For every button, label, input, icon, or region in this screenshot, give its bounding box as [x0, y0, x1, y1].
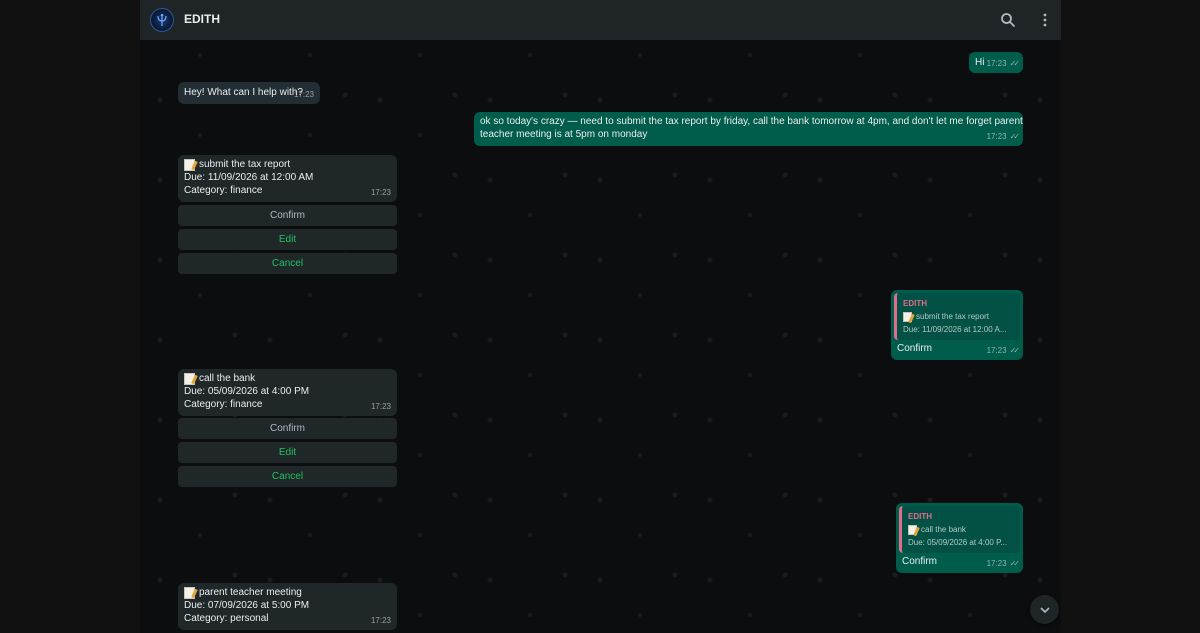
task-due: Due: 07/09/2026 at 5:00 PM	[184, 600, 310, 611]
edit-button[interactable]: Edit	[178, 442, 397, 463]
confirm-button[interactable]: Confirm	[178, 205, 397, 226]
search-button[interactable]	[998, 10, 1018, 30]
quoted-due: Due: 05/09/2026 at 4:00 P...	[908, 538, 1008, 547]
quoted-author: EDITH	[908, 512, 932, 521]
message-time: 17:23	[986, 59, 1007, 68]
task-card: submit the tax report Due: 11/09/2026 at…	[178, 155, 397, 202]
scroll-to-bottom-button[interactable]	[1030, 595, 1059, 624]
memo-icon	[903, 311, 912, 322]
message-time: 17:23	[293, 90, 314, 99]
message-text: Confirm	[897, 343, 933, 354]
task-category: Category: finance	[184, 185, 263, 196]
message-time: 17:23	[370, 188, 391, 197]
double-check-icon: ✓✓	[1009, 559, 1021, 568]
trident-logo-icon	[157, 13, 167, 26]
task-category: Category: personal	[184, 613, 269, 624]
double-check-icon: ✓✓	[1009, 132, 1021, 141]
quoted-author: EDITH	[903, 299, 927, 308]
message-time: 17:23	[370, 616, 391, 625]
message-meta: 17:23 ✓✓	[986, 130, 1021, 143]
message-time: 17:23	[986, 346, 1007, 355]
message-text: Hi	[975, 57, 985, 68]
cancel-button[interactable]: Cancel	[178, 466, 397, 487]
chat-header: EDITH	[140, 0, 1061, 40]
search-icon	[1001, 13, 1016, 28]
task-category: Category: finance	[184, 399, 263, 410]
task-card: parent teacher meeting Due: 07/09/2026 a…	[178, 583, 397, 630]
quoted-title: call the bank	[921, 525, 966, 534]
incoming-message-greeting[interactable]: Hey! What can I help with? 17:23	[178, 82, 320, 104]
message-time: 17:23	[986, 132, 1007, 141]
outgoing-reply-confirm[interactable]: EDITH call the bank Due: 05/09/2026 at 4…	[896, 503, 1023, 573]
message-time: 17:23	[986, 559, 1007, 568]
kebab-menu-icon	[1043, 13, 1047, 27]
outgoing-message-hi[interactable]: Hi 17:23 ✓✓	[969, 52, 1023, 73]
task-due: Due: 11/09/2026 at 12:00 AM	[184, 172, 314, 183]
task-title: call the bank	[199, 373, 256, 384]
double-check-icon: ✓✓	[1009, 346, 1021, 355]
task-title: parent teacher meeting	[199, 587, 302, 598]
quoted-message[interactable]: EDITH submit the tax report Due: 11/09/2…	[894, 293, 1020, 340]
task-title: submit the tax report	[199, 159, 291, 170]
memo-icon	[184, 372, 195, 385]
edit-button[interactable]: Edit	[178, 229, 397, 250]
chat-window: EDITH Hi 17:23 ✓✓ Hey! What can I help w…	[140, 0, 1061, 633]
confirm-button[interactable]: Confirm	[178, 418, 397, 439]
avatar[interactable]	[150, 8, 174, 32]
message-time: 17:23	[370, 402, 391, 411]
chat-title[interactable]: EDITH	[184, 12, 220, 26]
quoted-message[interactable]: EDITH call the bank Due: 05/09/2026 at 4…	[899, 506, 1020, 553]
memo-icon	[184, 158, 195, 171]
message-meta: 17:23 ✓✓	[986, 557, 1021, 570]
quoted-due: Due: 11/09/2026 at 12:00 A...	[903, 325, 1007, 334]
cancel-button[interactable]: Cancel	[178, 253, 397, 274]
outgoing-message-request[interactable]: ok so today's crazy — need to submit the…	[474, 112, 1023, 146]
task-due: Due: 05/09/2026 at 4:00 PM	[184, 386, 310, 397]
chevron-down-icon	[1039, 606, 1050, 613]
outgoing-reply-confirm[interactable]: EDITH submit the tax report Due: 11/09/2…	[891, 290, 1023, 360]
message-text: Confirm	[902, 556, 938, 567]
menu-button[interactable]	[1035, 10, 1055, 30]
message-meta: 17:23 ✓✓	[986, 344, 1021, 357]
memo-icon	[908, 524, 917, 535]
message-meta: 17:23 ✓✓	[986, 57, 1021, 70]
memo-icon	[184, 586, 195, 599]
double-check-icon: ✓✓	[1009, 59, 1021, 68]
message-text-line2: teacher meeting is at 5pm on monday	[480, 129, 648, 140]
message-text: Hey! What can I help with?	[184, 87, 303, 98]
message-text-line1: ok so today's crazy — need to submit the…	[480, 116, 1023, 127]
task-card: call the bank Due: 05/09/2026 at 4:00 PM…	[178, 369, 397, 416]
quoted-title: submit the tax report	[916, 312, 989, 321]
